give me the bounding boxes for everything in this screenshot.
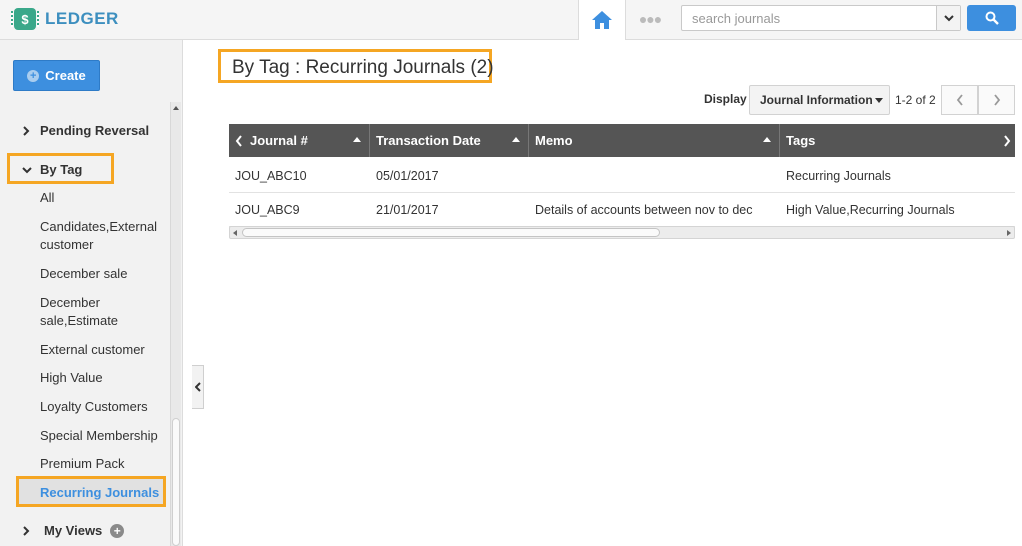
previous-page-button[interactable] xyxy=(941,85,978,115)
tag-item-external-customer[interactable]: External customer xyxy=(40,341,168,359)
plus-icon: + xyxy=(27,69,40,82)
chevron-right-icon xyxy=(993,94,1000,106)
cell-transaction-date: 05/01/2017 xyxy=(376,169,439,183)
column-header-journal-number[interactable]: Journal # xyxy=(229,124,370,157)
nav-by-tag[interactable]: By Tag xyxy=(22,162,82,177)
scroll-right-icon[interactable] xyxy=(1004,227,1014,238)
sort-asc-icon[interactable] xyxy=(353,137,361,142)
cell-journal-number[interactable]: JOU_ABC9 xyxy=(229,193,370,227)
create-button[interactable]: + Create xyxy=(13,60,100,91)
app-title: LEDGER xyxy=(45,9,119,28)
create-label: Create xyxy=(45,68,86,83)
tag-item-high-value[interactable]: High Value xyxy=(40,369,168,387)
chevron-right-icon xyxy=(22,525,34,536)
page-title: By Tag : Recurring Journals (2) xyxy=(232,57,494,78)
sidebar-collapse-button[interactable] xyxy=(192,365,204,409)
top-bar: $ LEDGER ●●● xyxy=(0,0,1022,40)
display-label: Display xyxy=(704,92,747,106)
tag-item-special-membership[interactable]: Special Membership xyxy=(40,427,168,445)
tag-item-loyalty-customers[interactable]: Loyalty Customers xyxy=(40,398,168,416)
sidebar-scroll-thumb[interactable] xyxy=(172,418,180,546)
cell-memo: Details of accounts between nov to dec xyxy=(535,203,753,217)
search-input[interactable] xyxy=(682,6,936,30)
cell-transaction-date: 21/01/2017 xyxy=(376,203,439,217)
tag-item-december-sale[interactable]: December sale xyxy=(40,265,168,283)
sort-asc-icon[interactable] xyxy=(512,137,520,142)
column-label: Journal # xyxy=(250,133,308,148)
chevron-left-icon[interactable] xyxy=(235,134,243,147)
column-label: Memo xyxy=(535,133,573,148)
pager-count: 1-2 of 2 xyxy=(895,93,936,107)
column-label: Transaction Date xyxy=(376,133,481,148)
scroll-left-icon[interactable] xyxy=(230,227,240,238)
table-header: Journal # Transaction Date Memo Tags xyxy=(229,124,1015,157)
chevron-right-icon[interactable] xyxy=(1003,135,1011,147)
nav-my-views[interactable]: My Views + xyxy=(22,523,125,538)
home-icon xyxy=(592,11,612,29)
chevron-down-icon xyxy=(943,15,954,22)
cell-journal-number[interactable]: JOU_ABC10 xyxy=(229,159,370,193)
ledger-icon: $ xyxy=(11,8,39,30)
table-horizontal-scrollbar[interactable] xyxy=(229,226,1015,239)
ellipsis-icon: ●●● xyxy=(638,11,662,27)
next-page-button[interactable] xyxy=(978,85,1015,115)
tag-item-recurring-journals[interactable]: Recurring Journals xyxy=(40,484,168,502)
search-icon xyxy=(985,11,999,25)
chevron-right-icon xyxy=(22,125,34,136)
tag-item-premium-pack[interactable]: Premium Pack xyxy=(40,455,168,473)
search-button[interactable] xyxy=(967,5,1016,31)
search-box xyxy=(681,5,961,31)
sort-asc-icon[interactable] xyxy=(763,137,771,142)
cell-tags: High Value,Recurring Journals xyxy=(786,203,955,217)
app-logo[interactable]: $ LEDGER xyxy=(11,8,119,30)
chevron-left-icon xyxy=(956,94,963,106)
nav-by-tag-label: By Tag xyxy=(40,162,83,177)
table-row[interactable]: JOU_ABC10 05/01/2017 Recurring Journals xyxy=(229,159,1015,193)
tag-item-candidates-external-customer[interactable]: Candidates,External customer xyxy=(40,218,168,254)
display-select[interactable]: Journal Information xyxy=(749,85,890,115)
more-options-button[interactable]: ●●● xyxy=(638,10,662,28)
display-select-value: Journal Information xyxy=(760,93,873,107)
column-header-memo[interactable]: Memo xyxy=(529,124,780,157)
add-view-icon[interactable]: + xyxy=(110,523,125,538)
nav-pending-reversal-label: Pending Reversal xyxy=(40,123,150,138)
home-button[interactable] xyxy=(578,0,626,40)
search-filter-dropdown[interactable] xyxy=(936,6,960,30)
column-header-tags[interactable]: Tags xyxy=(780,124,1015,157)
sidebar-scrollbar[interactable] xyxy=(170,102,181,546)
column-label: Tags xyxy=(786,133,816,148)
table-row[interactable]: JOU_ABC9 21/01/2017 Details of accounts … xyxy=(229,193,1015,227)
chevron-left-icon xyxy=(194,382,201,392)
scroll-up-icon[interactable] xyxy=(171,102,181,114)
chevron-down-icon xyxy=(22,166,34,174)
sidebar: + Create Pending Reversal By Tag All Can… xyxy=(0,40,183,546)
nav-pending-reversal[interactable]: Pending Reversal xyxy=(22,123,149,138)
column-header-transaction-date[interactable]: Transaction Date xyxy=(370,124,529,157)
cell-tags: Recurring Journals xyxy=(786,169,891,183)
cell-memo xyxy=(529,159,780,193)
tag-item-december-sale-estimate[interactable]: December sale,Estimate xyxy=(40,294,168,330)
tag-item-all[interactable]: All xyxy=(40,189,168,207)
caret-down-icon xyxy=(875,98,883,103)
table-scroll-thumb[interactable] xyxy=(242,228,660,237)
nav-my-views-label: My Views xyxy=(44,523,103,538)
